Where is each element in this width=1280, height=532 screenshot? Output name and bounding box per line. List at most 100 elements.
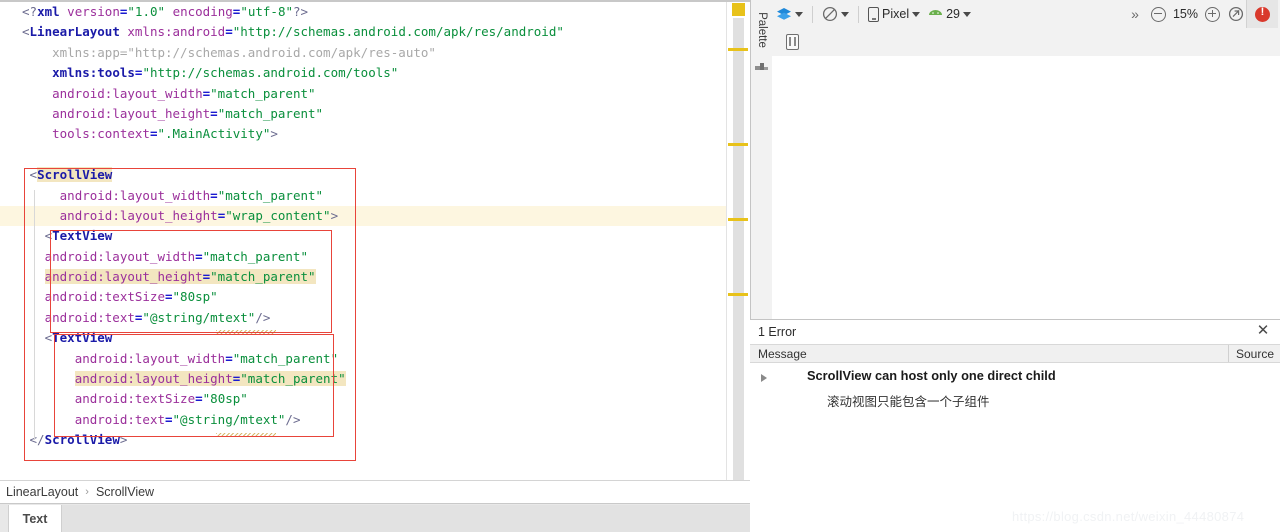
expand-arrow-icon[interactable] — [761, 374, 767, 382]
code-line[interactable]: android:textSize="80sp" — [22, 287, 722, 307]
code-line[interactable]: android:layout_width="match_parent" — [22, 186, 722, 206]
indent-guide-line — [34, 190, 35, 440]
code-token: = — [165, 411, 173, 427]
column-header-source[interactable]: Source — [1236, 347, 1274, 361]
error-icon — [1255, 6, 1270, 22]
code-line[interactable]: <TextView — [22, 226, 722, 246]
device-frame-icon[interactable] — [786, 34, 799, 50]
close-icon[interactable]: ✕ — [1256, 323, 1270, 338]
code-token: encoding — [172, 4, 233, 19]
chevron-down-icon — [795, 11, 803, 17]
code-line[interactable]: android:layout_height="match_parent" — [22, 267, 722, 287]
code-line[interactable]: android:layout_width="match_parent" — [22, 247, 722, 267]
code-token: "match_parent" — [210, 269, 316, 285]
code-line[interactable] — [22, 145, 722, 165]
watermark-text: https://blog.csdn.net/weixin_44480874 — [1012, 509, 1245, 524]
code-line[interactable]: android:text="@string/mtext"/> — [22, 410, 722, 430]
code-line[interactable]: <TextView — [22, 328, 722, 348]
code-token: "wrap_content" — [225, 207, 331, 223]
code-token: android:layout_height — [44, 269, 203, 285]
code-token: "80sp" — [202, 391, 248, 407]
code-line[interactable]: xmlns:app="http://schemas.android.com/ap… — [22, 43, 722, 63]
code-token: "http://schemas.android.com/tools" — [142, 65, 399, 81]
editor-mode-tabbar[interactable]: Text — [0, 503, 751, 532]
chevron-down-icon — [963, 11, 971, 17]
code-token: xmlns:app — [52, 44, 120, 60]
code-token: > — [270, 126, 278, 142]
editor-gutter[interactable] — [0, 2, 22, 480]
view-mode-button[interactable] — [772, 0, 807, 28]
code-token: = — [195, 248, 203, 264]
design-canvas[interactable] — [772, 56, 1280, 320]
code-token: android:layout_height — [52, 105, 211, 121]
code-token: LinearLayout — [29, 24, 120, 40]
breadcrumb-item-0[interactable]: LinearLayout — [6, 485, 78, 499]
device-selector[interactable]: Pixel — [864, 0, 924, 28]
code-token: xml — [37, 4, 60, 19]
device-label: Pixel — [882, 7, 910, 21]
palette-label[interactable]: Palette — [756, 1, 768, 59]
code-token: xmlns:tools — [52, 65, 135, 81]
orientation-button[interactable] — [818, 0, 853, 28]
analysis-status-indicator[interactable] — [732, 3, 745, 16]
tab-text[interactable]: Text — [8, 505, 62, 532]
code-token: "match_parent" — [217, 105, 324, 121]
error-count-button[interactable] — [1246, 0, 1278, 28]
design-secondary-toolbar — [772, 28, 1280, 57]
minus-circle-icon — [1150, 6, 1166, 22]
breadcrumb-item-1[interactable]: ScrollView — [96, 485, 154, 499]
component-tree-icon[interactable] — [755, 60, 768, 71]
code-line[interactable]: android:layout_width="match_parent" — [22, 349, 722, 369]
code-line[interactable]: tools:context=".MainActivity"> — [22, 124, 722, 144]
code-line[interactable]: android:textSize="80sp" — [22, 389, 722, 409]
zoom-level-label: 15% — [1172, 7, 1198, 21]
warning-marker[interactable] — [728, 293, 748, 296]
code-line[interactable]: xmlns:tools="http://schemas.android.com/… — [22, 63, 722, 83]
toolbar-overflow-button[interactable]: » — [1127, 0, 1147, 28]
editor-scrollbar-thumb[interactable] — [733, 18, 744, 480]
code-line[interactable]: android:text="@string/mtext"/> — [22, 308, 722, 328]
code-token: > — [119, 432, 128, 448]
code-line[interactable]: <ScrollView — [22, 165, 722, 185]
plus-circle-icon — [1205, 6, 1220, 22]
code-token: = — [195, 391, 203, 407]
code-token: ?> — [293, 4, 309, 19]
code-token: "@string/mtext" — [172, 411, 286, 427]
code-token: "match_parent" — [210, 85, 316, 101]
code-token: "@string/mtext" — [142, 309, 256, 325]
warning-marker[interactable] — [728, 143, 748, 146]
column-divider[interactable] — [1228, 345, 1229, 362]
code-token: android:layout_width — [74, 350, 226, 366]
zoom-fit-icon — [1228, 6, 1244, 22]
code-line[interactable]: android:layout_width="match_parent" — [22, 84, 722, 104]
zoom-in-button[interactable] — [1201, 0, 1224, 28]
code-token: version — [67, 4, 120, 19]
error-message-title[interactable]: ScrollView can host only one direct chil… — [807, 368, 1056, 383]
code-token: "utf-8" — [240, 4, 293, 19]
breadcrumb[interactable]: LinearLayout › ScrollView — [0, 480, 750, 503]
code-token: tools:context — [52, 126, 150, 142]
code-line[interactable]: <LinearLayout xmlns:android="http://sche… — [22, 22, 722, 42]
tabbar-filler — [61, 505, 751, 532]
warning-marker[interactable] — [728, 218, 748, 221]
warning-marker[interactable] — [728, 48, 748, 51]
xml-code-editor[interactable]: <?xml version="1.0" encoding="utf-8"?> <L… — [0, 0, 750, 480]
zoom-out-button[interactable] — [1147, 0, 1170, 28]
plus-bar-v — [1211, 9, 1213, 18]
code-line[interactable]: </ScrollView> — [22, 430, 722, 450]
code-text-layer[interactable]: <?xml version="1.0" encoding="utf-8"?> <L… — [22, 2, 722, 451]
code-token: TextView — [52, 228, 113, 244]
code-token: android:text — [44, 309, 135, 325]
code-line[interactable]: android:layout_height="match_parent" — [22, 104, 722, 124]
error-panel: 1 Error ✕ Message Source ScrollView can … — [750, 319, 1280, 532]
api-level-selector[interactable]: 29 — [924, 0, 975, 28]
code-line[interactable]: android:layout_height="wrap_content"> — [22, 206, 722, 226]
code-token: < — [29, 167, 38, 183]
warning-squiggle-2 — [216, 433, 276, 437]
code-line[interactable]: <?xml version="1.0" encoding="utf-8"?> — [22, 2, 722, 22]
column-header-message[interactable]: Message — [758, 347, 807, 361]
toolbar-divider-2 — [858, 5, 859, 23]
code-token: < — [44, 228, 53, 244]
code-line[interactable]: android:layout_height="match_parent" — [22, 369, 722, 389]
code-token: android:textSize — [44, 289, 165, 305]
